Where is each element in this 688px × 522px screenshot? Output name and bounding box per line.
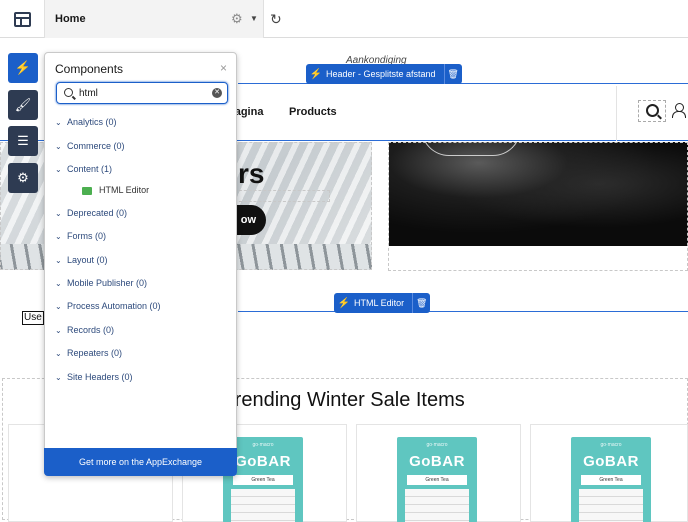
clear-search-icon[interactable]: ✕ (212, 88, 222, 98)
panel-title: Components (55, 62, 124, 76)
nav-item-products[interactable]: Products (289, 106, 337, 118)
html-component-icon (82, 186, 92, 195)
rail-settings-button[interactable]: ⚙ (8, 163, 38, 193)
user-icon[interactable] (672, 103, 686, 118)
app-layout-icon[interactable] (14, 12, 31, 27)
list-icon: ☰ (17, 133, 29, 148)
product-bars (231, 489, 295, 522)
category-forms[interactable]: ⌄ Forms (0) (55, 229, 106, 243)
page-selector-label: Home (55, 13, 86, 25)
product-brand: GoBAR (583, 453, 639, 470)
category-commerce[interactable]: ⌄ Commerce (0) (55, 139, 125, 153)
product-bars (405, 489, 469, 522)
product-bars (579, 489, 643, 522)
chevron-down-icon: ⌄ (55, 349, 62, 358)
product-card[interactable]: go·macro GoBAR Green Tea (356, 424, 521, 522)
refresh-icon[interactable]: ↻ (270, 11, 282, 28)
product-flavor: Green Tea (233, 475, 293, 485)
trash-icon[interactable]: 🗑 (443, 64, 462, 84)
chevron-down-icon: ⌄ (55, 142, 62, 151)
chevron-down-icon: ⌄ (55, 118, 62, 127)
category-repeaters[interactable]: ⌄ Repeaters (0) (55, 346, 122, 360)
html-editor-component-tag[interactable]: ⚡ HTML Editor 🗑 (334, 293, 431, 313)
category-content[interactable]: ⌄ Content (1) (55, 162, 112, 176)
builder-top-bar: Home ⚙ ▼ ↻ (0, 0, 688, 38)
search-icon[interactable] (646, 104, 659, 117)
bolt-icon: ⚡ (14, 60, 32, 75)
category-process-automation[interactable]: ⌄ Process Automation (0) (55, 299, 161, 313)
category-layout[interactable]: ⌄ Layout (0) (55, 253, 108, 267)
product-flavor: Green Tea (407, 475, 467, 485)
chevron-down-icon: ⌄ (55, 326, 62, 335)
chevron-down-icon: ⌄ (55, 279, 62, 288)
rail-theme-button[interactable]: 🖌 (8, 90, 38, 120)
product-brand: GoBAR (409, 453, 465, 470)
gear-icon[interactable]: ⚙ (231, 11, 243, 27)
nav-divider (616, 86, 617, 141)
trash-icon[interactable]: 🗑 (412, 293, 430, 313)
brush-icon: 🖌 (14, 97, 32, 112)
product-card[interactable]: go·macro GoBAR Green Tea (530, 424, 688, 522)
hero-text-outline (234, 190, 330, 202)
header-component-tag[interactable]: ⚡ Header - Gesplitste afstand 🗑 (306, 64, 462, 84)
category-deprecated[interactable]: ⌄ Deprecated (0) (55, 206, 127, 220)
appexchange-link[interactable]: Get more on the AppExchange (44, 448, 237, 476)
rail-components-button[interactable]: ⚡ (8, 53, 38, 83)
html-editor-selection-outline (238, 311, 688, 312)
bolt-icon: ⚡ (309, 68, 323, 80)
hero-right-outline (388, 142, 688, 271)
product-image: go·macro GoBAR Green Tea (397, 437, 477, 522)
search-icon (64, 88, 73, 97)
category-site-headers[interactable]: ⌄ Site Headers (0) (55, 370, 133, 384)
html-editor-content[interactable]: Use (22, 311, 44, 325)
rail-page-structure-button[interactable]: ☰ (8, 126, 38, 156)
html-editor-tag-label: HTML Editor (354, 298, 405, 308)
category-records[interactable]: ⌄ Records (0) (55, 323, 114, 337)
caret-down-icon[interactable]: ▼ (250, 14, 258, 23)
gear-icon: ⚙ (17, 170, 29, 185)
category-mobile-publisher[interactable]: ⌄ Mobile Publisher (0) (55, 276, 147, 290)
product-brand-mini: go·macro (426, 442, 448, 448)
category-analytics[interactable]: ⌄ Analytics (0) (55, 115, 117, 129)
chevron-down-icon: ⌄ (55, 373, 62, 382)
component-html-editor[interactable]: HTML Editor (82, 183, 149, 197)
product-brand-mini: go·macro (600, 442, 622, 448)
chevron-down-icon: ⌄ (55, 232, 62, 241)
close-icon[interactable]: × (220, 61, 227, 75)
chevron-down-icon: ⌄ (55, 256, 62, 265)
component-search-input[interactable] (79, 86, 209, 100)
chevron-down-icon: ⌄ (55, 302, 62, 311)
header-selection-outline (238, 83, 688, 84)
bolt-icon: ⚡ (337, 297, 351, 309)
chevron-down-icon: ⌄ (55, 209, 62, 218)
chevron-down-icon: ⌄ (55, 165, 62, 174)
page-selector[interactable]: Home ⚙ ▼ (44, 0, 264, 38)
header-tag-label: Header - Gesplitste afstand (326, 69, 436, 79)
hero-title: rs (238, 158, 265, 189)
product-image: go·macro GoBAR Green Tea (571, 437, 651, 522)
product-flavor: Green Tea (581, 475, 641, 485)
component-search[interactable]: ✕ (56, 82, 228, 104)
components-panel: Components × ✕ ⌄Analytics (0) ⌄Commerce … (44, 52, 237, 476)
